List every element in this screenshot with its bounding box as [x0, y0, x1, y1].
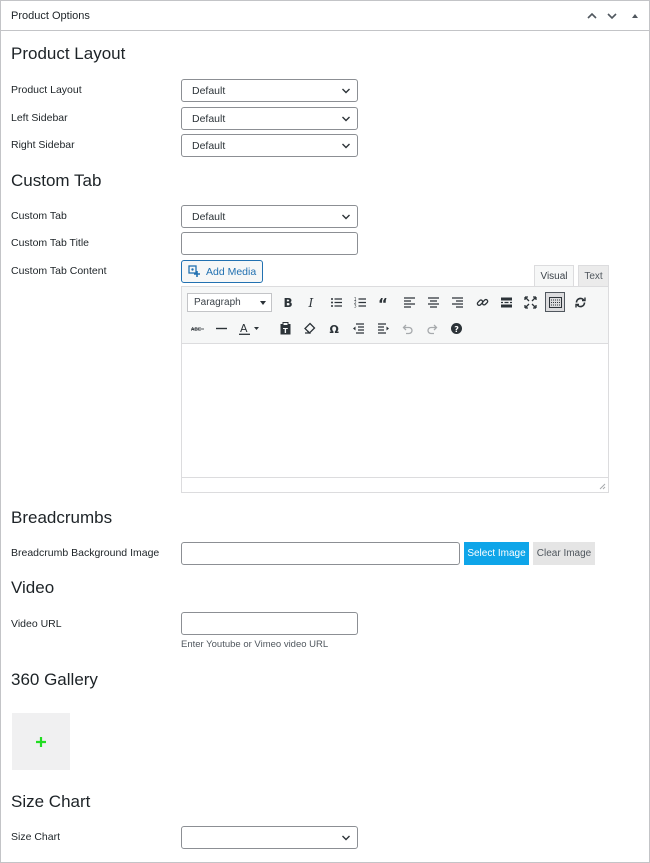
breadcrumb-bg-label: Breadcrumb Background Image: [11, 547, 160, 559]
add-media-button[interactable]: Add Media: [181, 260, 263, 283]
format-select[interactable]: Paragraph: [187, 293, 272, 312]
size-chart-select[interactable]: [181, 826, 358, 849]
outdent-icon[interactable]: [348, 318, 368, 338]
section-title-breadcrumbs: Breadcrumbs: [11, 508, 113, 527]
special-character-icon[interactable]: Ω: [324, 318, 344, 338]
custom-tab-title-label: Custom Tab Title: [11, 237, 90, 249]
section-title-product-layout: Product Layout: [11, 44, 126, 63]
left-sidebar-value: Default: [192, 113, 226, 125]
plus-icon: [36, 736, 46, 747]
section-title-video: Video: [11, 578, 55, 597]
video-url-input[interactable]: [181, 612, 358, 635]
clear-formatting-icon[interactable]: [299, 318, 319, 338]
svg-text:A: A: [240, 322, 248, 335]
align-center-icon[interactable]: [423, 292, 443, 312]
clear-image-button[interactable]: Clear Image: [533, 542, 595, 565]
size-chart-label: Size Chart: [11, 831, 61, 843]
add-media-label: Add Media: [206, 265, 257, 278]
custom-tab-content-label: Custom Tab Content: [11, 265, 107, 277]
panel-title: Product Options: [11, 10, 90, 22]
move-down-icon[interactable]: [603, 7, 621, 25]
italic-icon[interactable]: I: [301, 292, 321, 312]
refresh-icon[interactable]: [570, 292, 590, 312]
select-image-button[interactable]: Select Image: [464, 542, 529, 565]
svg-text:T: T: [283, 327, 288, 335]
tab-visual[interactable]: Visual: [534, 265, 574, 287]
product-layout-value: Default: [192, 85, 226, 97]
section-title-custom-tab: Custom Tab: [11, 171, 102, 190]
left-sidebar-select[interactable]: Default: [181, 107, 358, 130]
chevron-down-icon: [342, 88, 350, 94]
add-media-icon: [188, 265, 200, 277]
svg-text:B: B: [283, 296, 292, 309]
bold-icon[interactable]: B: [277, 292, 297, 312]
paste-text-icon[interactable]: T: [275, 318, 295, 338]
chevron-down-icon: [342, 143, 350, 149]
editor-toolbar: Paragraph B I 123 “ ABC A T Ω ?: [182, 287, 608, 344]
video-url-hint: Enter Youtube or Vimeo video URL: [181, 639, 329, 650]
align-left-icon[interactable]: [399, 292, 419, 312]
help-icon[interactable]: ?: [446, 318, 466, 338]
horizontal-line-icon[interactable]: [211, 318, 231, 338]
content-editor: Paragraph B I 123 “ ABC A T Ω ?: [181, 286, 609, 493]
collapse-toggle-icon[interactable]: [626, 7, 644, 25]
svg-text:ABC: ABC: [191, 327, 202, 333]
section-title-size-chart: Size Chart: [11, 792, 91, 811]
toolbar-toggle-icon[interactable]: [545, 292, 565, 312]
redo-icon[interactable]: [422, 318, 442, 338]
right-sidebar-value: Default: [192, 140, 226, 152]
move-up-icon[interactable]: [583, 7, 601, 25]
svg-text:I: I: [307, 296, 313, 309]
link-icon[interactable]: [472, 292, 492, 312]
caret-down-icon: [260, 301, 266, 305]
breadcrumb-bg-input[interactable]: [181, 542, 460, 565]
custom-tab-label: Custom Tab: [11, 210, 67, 222]
read-more-icon[interactable]: [496, 292, 516, 312]
bullet-list-icon[interactable]: [326, 292, 346, 312]
svg-text:Ω: Ω: [329, 323, 339, 335]
numbered-list-icon[interactable]: 123: [350, 292, 370, 312]
format-select-value: Paragraph: [194, 297, 241, 308]
chevron-down-icon: [342, 214, 350, 220]
video-url-label: Video URL: [11, 618, 62, 630]
product-options-panel: Product Options Product Layout Product L…: [0, 0, 650, 863]
fullscreen-icon[interactable]: [520, 292, 540, 312]
blockquote-icon[interactable]: “: [374, 292, 394, 312]
chevron-down-icon: [342, 835, 350, 841]
product-layout-select[interactable]: Default: [181, 79, 358, 102]
strikethrough-icon[interactable]: ABC: [187, 318, 207, 338]
svg-text:?: ?: [454, 325, 459, 334]
chevron-down-icon: [342, 116, 350, 122]
undo-icon[interactable]: [397, 318, 417, 338]
product-layout-label: Product Layout: [11, 84, 82, 96]
custom-tab-value: Default: [192, 211, 226, 223]
resize-handle-icon[interactable]: [598, 482, 606, 490]
custom-tab-select[interactable]: Default: [181, 205, 358, 228]
section-title-360-gallery: 360 Gallery: [11, 670, 98, 689]
panel-header: Product Options: [1, 1, 649, 31]
right-sidebar-label: Right Sidebar: [11, 139, 75, 151]
editor-status-bar: [182, 477, 608, 492]
svg-text:3: 3: [354, 303, 357, 308]
tab-text[interactable]: Text: [578, 265, 609, 287]
editor-content-area[interactable]: [182, 344, 608, 477]
gallery-add-button[interactable]: [12, 713, 70, 770]
svg-text:“: “: [378, 296, 388, 309]
left-sidebar-label: Left Sidebar: [11, 112, 68, 124]
text-color-icon[interactable]: A: [234, 318, 264, 338]
right-sidebar-select[interactable]: Default: [181, 134, 358, 157]
align-right-icon[interactable]: [447, 292, 467, 312]
indent-icon[interactable]: [373, 318, 393, 338]
custom-tab-title-input[interactable]: [181, 232, 358, 255]
